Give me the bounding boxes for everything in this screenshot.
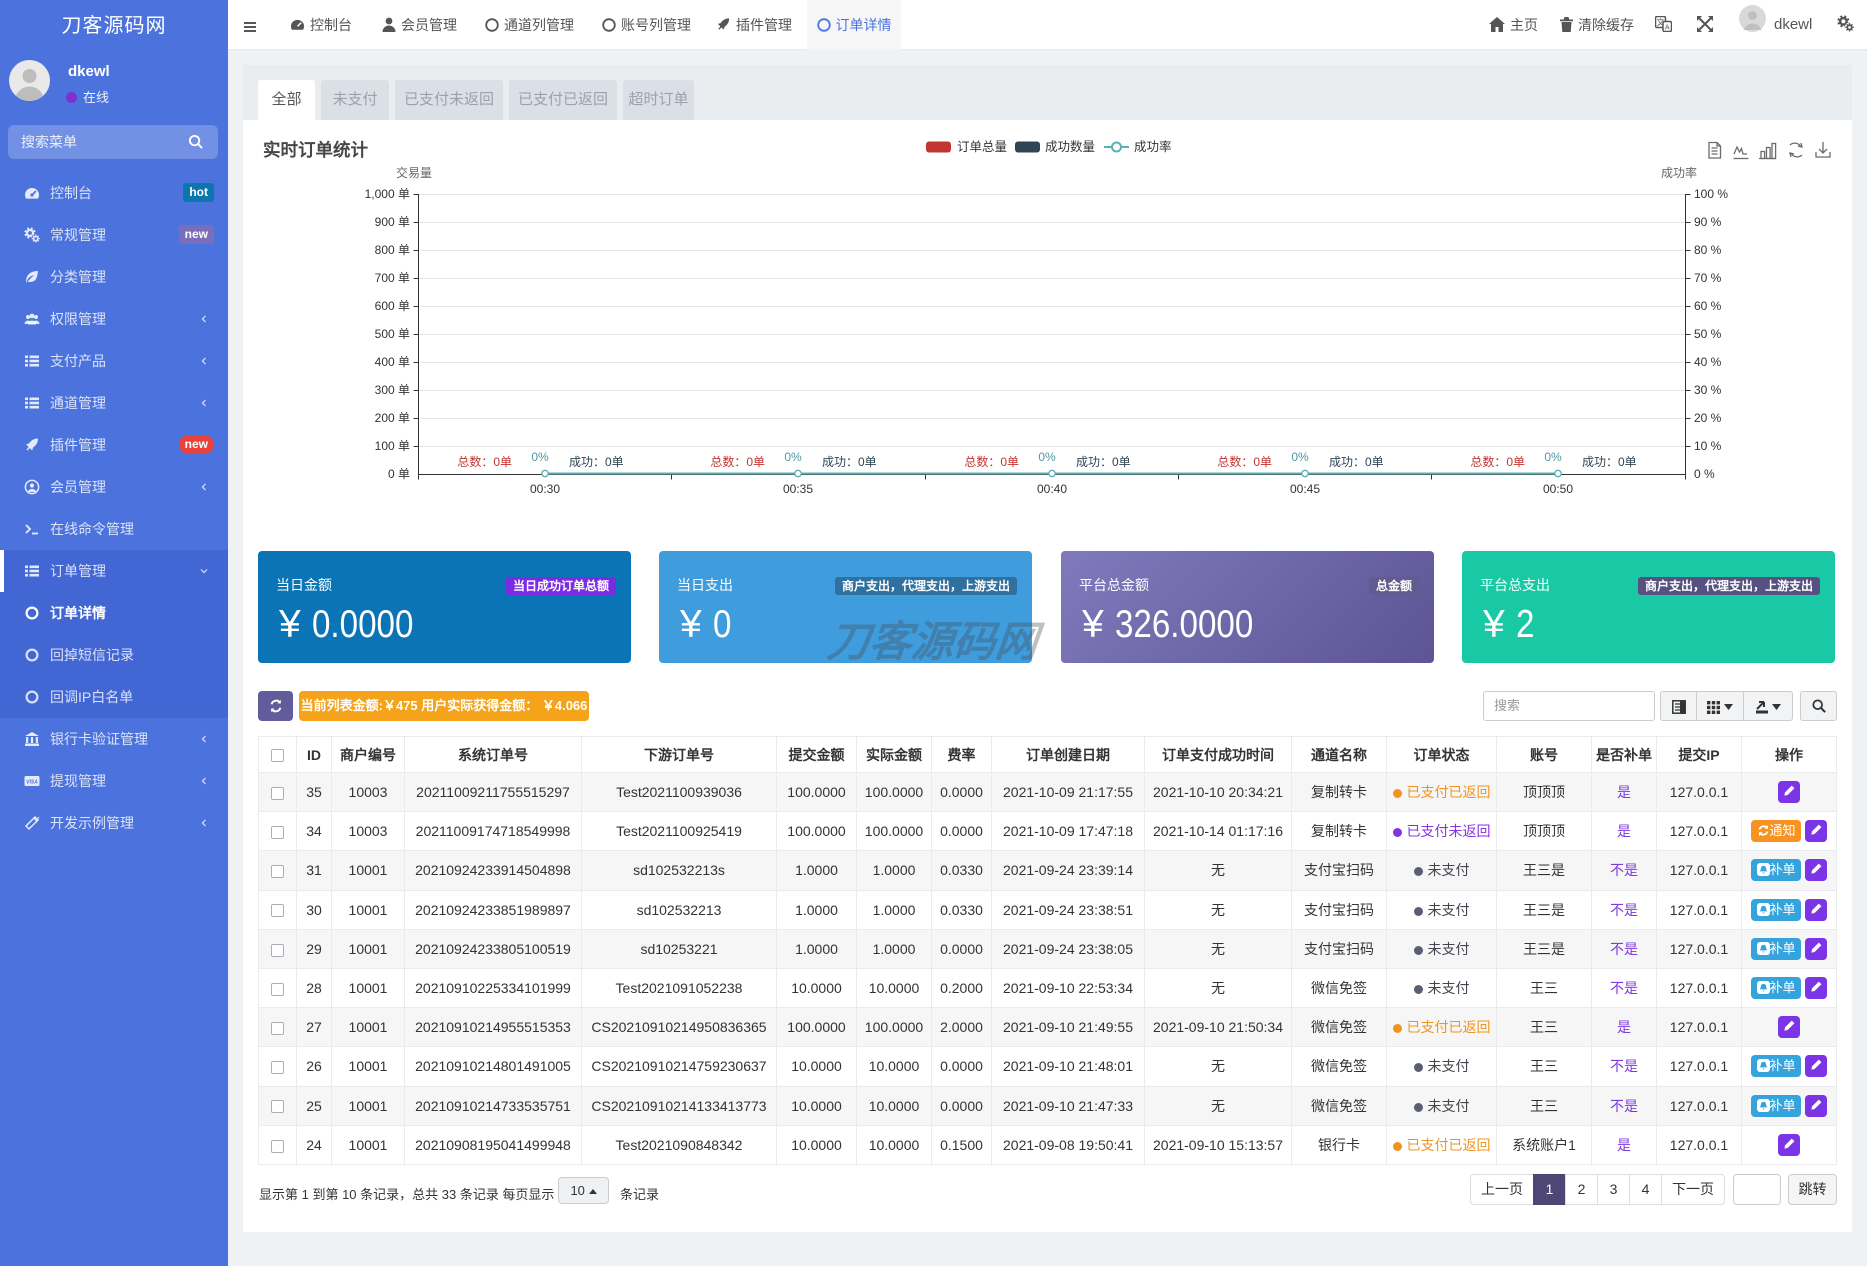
svg-text:成功：0单: 成功：0单 — [1582, 455, 1637, 469]
svg-text:200 单: 200 单 — [375, 411, 410, 425]
svg-text:100 单: 100 单 — [375, 439, 410, 453]
svg-text:实时订单统计: 实时订单统计 — [263, 140, 368, 160]
svg-text:成功率: 成功率 — [1134, 139, 1172, 154]
svg-text:00:45: 00:45 — [1290, 482, 1320, 496]
svg-text:交易量: 交易量 — [396, 165, 432, 180]
svg-text:0%: 0% — [531, 450, 549, 464]
svg-text:00:40: 00:40 — [1037, 482, 1067, 496]
svg-text:总数：0单: 总数：0单 — [710, 454, 765, 469]
svg-text:00:35: 00:35 — [783, 482, 813, 496]
svg-text:成功：0单: 成功：0单 — [822, 455, 877, 469]
svg-text:700 单: 700 单 — [375, 271, 410, 285]
svg-text:1,000 单: 1,000 单 — [365, 187, 410, 201]
svg-text:0 单: 0 单 — [388, 467, 410, 481]
svg-text:0%: 0% — [1291, 450, 1309, 464]
svg-text:成功：0单: 成功：0单 — [569, 455, 624, 469]
svg-text:60 %: 60 % — [1694, 299, 1722, 313]
svg-text:VISA: VISA — [26, 780, 38, 786]
svg-text:总数：0单: 总数：0单 — [457, 454, 512, 469]
svg-text:100 %: 100 % — [1694, 187, 1728, 201]
svg-text:成功率: 成功率 — [1661, 165, 1697, 180]
svg-text:500 单: 500 单 — [375, 327, 410, 341]
svg-text:00:30: 00:30 — [530, 482, 560, 496]
svg-text:20 %: 20 % — [1694, 411, 1722, 425]
svg-text:总数：0单: 总数：0单 — [964, 454, 1019, 469]
svg-text:成功：0单: 成功：0单 — [1329, 455, 1384, 469]
svg-text:成功数量: 成功数量 — [1045, 139, 1095, 154]
svg-text:订单总量: 订单总量 — [957, 140, 1007, 154]
svg-text:0%: 0% — [1038, 450, 1056, 464]
svg-text:00:50: 00:50 — [1543, 482, 1573, 496]
svg-text:80 %: 80 % — [1694, 243, 1722, 257]
svg-text:成功：0单: 成功：0单 — [1076, 455, 1131, 469]
svg-text:900 单: 900 单 — [375, 215, 410, 229]
svg-text:50 %: 50 % — [1694, 327, 1722, 341]
svg-text:总数：0单: 总数：0单 — [1217, 454, 1272, 469]
svg-text:0%: 0% — [784, 450, 802, 464]
svg-text:90 %: 90 % — [1694, 215, 1722, 229]
svg-text:800 单: 800 单 — [375, 243, 410, 257]
svg-text:600 单: 600 单 — [375, 299, 410, 313]
svg-text:40 %: 40 % — [1694, 355, 1722, 369]
svg-text:30 %: 30 % — [1694, 383, 1722, 397]
svg-text:总数：0单: 总数：0单 — [1470, 454, 1525, 469]
svg-text:70 %: 70 % — [1694, 271, 1722, 285]
svg-text:400 单: 400 单 — [375, 355, 410, 369]
svg-text:10 %: 10 % — [1694, 439, 1722, 453]
svg-text:0 %: 0 % — [1694, 467, 1715, 481]
svg-text:300 单: 300 单 — [375, 383, 410, 397]
svg-text:0%: 0% — [1544, 450, 1562, 464]
